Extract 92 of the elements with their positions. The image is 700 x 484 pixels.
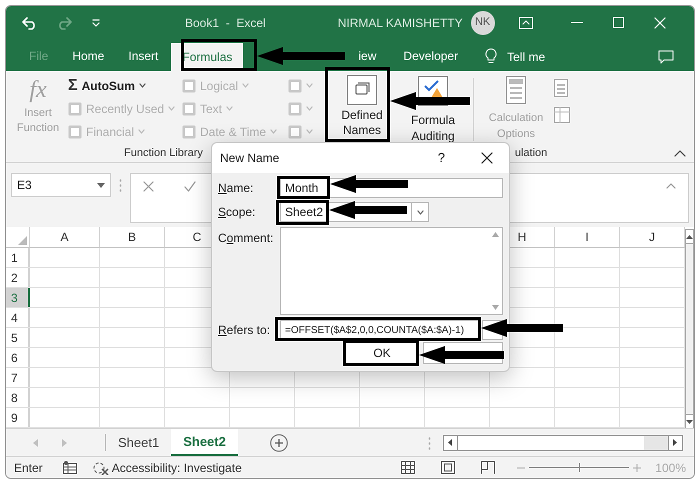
- name-manager-icon: [347, 75, 377, 105]
- minimize-icon[interactable]: [570, 22, 583, 23]
- caret-icon: [242, 83, 250, 88]
- ribbon-tab[interactable]: Insert: [117, 45, 170, 67]
- ribbon-tab[interactable]: iew: [347, 45, 388, 67]
- expand-icon[interactable]: [666, 183, 676, 189]
- name-box[interactable]: E3: [11, 173, 111, 197]
- left-arrow-icon: [419, 346, 504, 364]
- enter-icon[interactable]: [184, 181, 196, 192]
- ribbon-tab[interactable]: Developer: [392, 45, 470, 67]
- cancel-icon[interactable]: [143, 181, 154, 192]
- column-header[interactable]: I: [555, 227, 620, 247]
- function-icon: [68, 102, 82, 116]
- ribbon-tab[interactable]: Home: [61, 45, 116, 67]
- row-header[interactable]: 6: [6, 348, 30, 367]
- group-label: Function Library: [124, 146, 203, 162]
- defined-names-button[interactable]: Defined Names: [331, 74, 393, 146]
- close-icon[interactable]: [481, 152, 493, 164]
- drag-handle-icon[interactable]: [119, 178, 122, 192]
- user-avatar[interactable]: NK: [470, 10, 495, 34]
- row-header[interactable]: 4: [6, 308, 30, 327]
- ribbon-item[interactable]: Σ AutoSum: [68, 74, 178, 97]
- function-icon: [182, 124, 196, 138]
- highlight-frame: [277, 176, 330, 199]
- tell-me-search[interactable]: Tell me: [499, 43, 554, 71]
- dropdown-icon: [97, 182, 105, 188]
- vertical-scrollbar[interactable]: [685, 229, 694, 429]
- left-arrow-icon: [330, 175, 408, 193]
- caret-icon: [226, 106, 234, 111]
- calculator-icon: [506, 76, 526, 104]
- column-header[interactable]: A: [30, 227, 100, 247]
- window-title: Book1 - Excel: [185, 14, 266, 32]
- caret-icon: [306, 106, 313, 111]
- maximize-icon[interactable]: [612, 17, 624, 28]
- status-mode: Enter: [14, 460, 43, 476]
- caret-icon: [306, 129, 313, 134]
- row-header[interactable]: 1: [6, 248, 30, 267]
- function-icon: [182, 78, 196, 92]
- row-header[interactable]: 3: [6, 288, 30, 307]
- normal-view-icon[interactable]: [401, 461, 416, 474]
- scroll-left-icon[interactable]: [448, 439, 452, 446]
- zoom-slider[interactable]: [529, 463, 630, 472]
- field-label: Name:: [218, 180, 254, 197]
- group-label: ulation: [514, 146, 548, 162]
- lightbulb-icon: [485, 48, 498, 64]
- scroll-right-icon[interactable]: [673, 439, 678, 446]
- sigma-icon: Σ: [68, 78, 78, 94]
- caret-icon: [306, 83, 313, 88]
- left-arrow-icon: [481, 319, 563, 337]
- drag-handle-icon[interactable]: [428, 436, 431, 450]
- function-icon: [288, 78, 302, 92]
- function-icon: [182, 102, 196, 116]
- caret-icon: [138, 129, 146, 134]
- macro-record-icon[interactable]: [62, 461, 77, 474]
- left-arrow-icon: [390, 92, 470, 110]
- refers-to-field[interactable]: =OFFSET($A$2,0,0,COUNTA($A:$A)-1): [280, 320, 479, 340]
- page-break-icon[interactable]: [481, 461, 496, 474]
- horizontal-scrollbar[interactable]: [442, 434, 683, 450]
- customize-icon[interactable]: [92, 18, 100, 26]
- caret-icon: [168, 106, 176, 111]
- accessibility-icon[interactable]: [92, 460, 109, 474]
- left-arrow-icon: [329, 201, 407, 219]
- comments-icon[interactable]: [658, 50, 674, 64]
- scroll-up-icon[interactable]: [686, 234, 693, 238]
- page-layout-icon[interactable]: [441, 461, 456, 474]
- left-arrow-icon: [257, 47, 345, 65]
- field-label: Scope:: [218, 204, 256, 221]
- accessibility-status[interactable]: Accessibility: Investigate: [112, 458, 242, 476]
- caret-icon: [138, 83, 146, 88]
- dialog-title: New Name: [220, 150, 280, 167]
- row-header[interactable]: 5: [6, 328, 30, 347]
- caret-icon: [270, 129, 278, 134]
- caret-icon: [416, 210, 424, 214]
- function-icon: [68, 124, 82, 138]
- scroll-down-icon[interactable]: [686, 420, 693, 424]
- add-sheet-icon[interactable]: [270, 434, 288, 452]
- column-header[interactable]: B: [100, 227, 165, 247]
- collapse-ribbon-icon[interactable]: [674, 150, 686, 158]
- user-name: NIRMAL KAMISHETTY: [338, 14, 463, 32]
- function-icon: [288, 102, 302, 116]
- sheet-tab[interactable]: Sheet1: [106, 429, 172, 456]
- field-label: Refers to:: [218, 322, 272, 339]
- sheet-tab[interactable]: Sheet2: [171, 429, 238, 456]
- help-button[interactable]: ?: [438, 148, 445, 168]
- function-icon: [288, 124, 302, 138]
- ok-button[interactable]: OK: [347, 344, 417, 362]
- undo-icon[interactable]: [22, 16, 38, 30]
- fx-icon: fx: [29, 74, 47, 106]
- ribbon-display-icon[interactable]: [518, 16, 533, 28]
- highlight-frame: [276, 200, 329, 225]
- row-header[interactable]: 8: [6, 388, 30, 407]
- row-header[interactable]: 7: [6, 368, 30, 387]
